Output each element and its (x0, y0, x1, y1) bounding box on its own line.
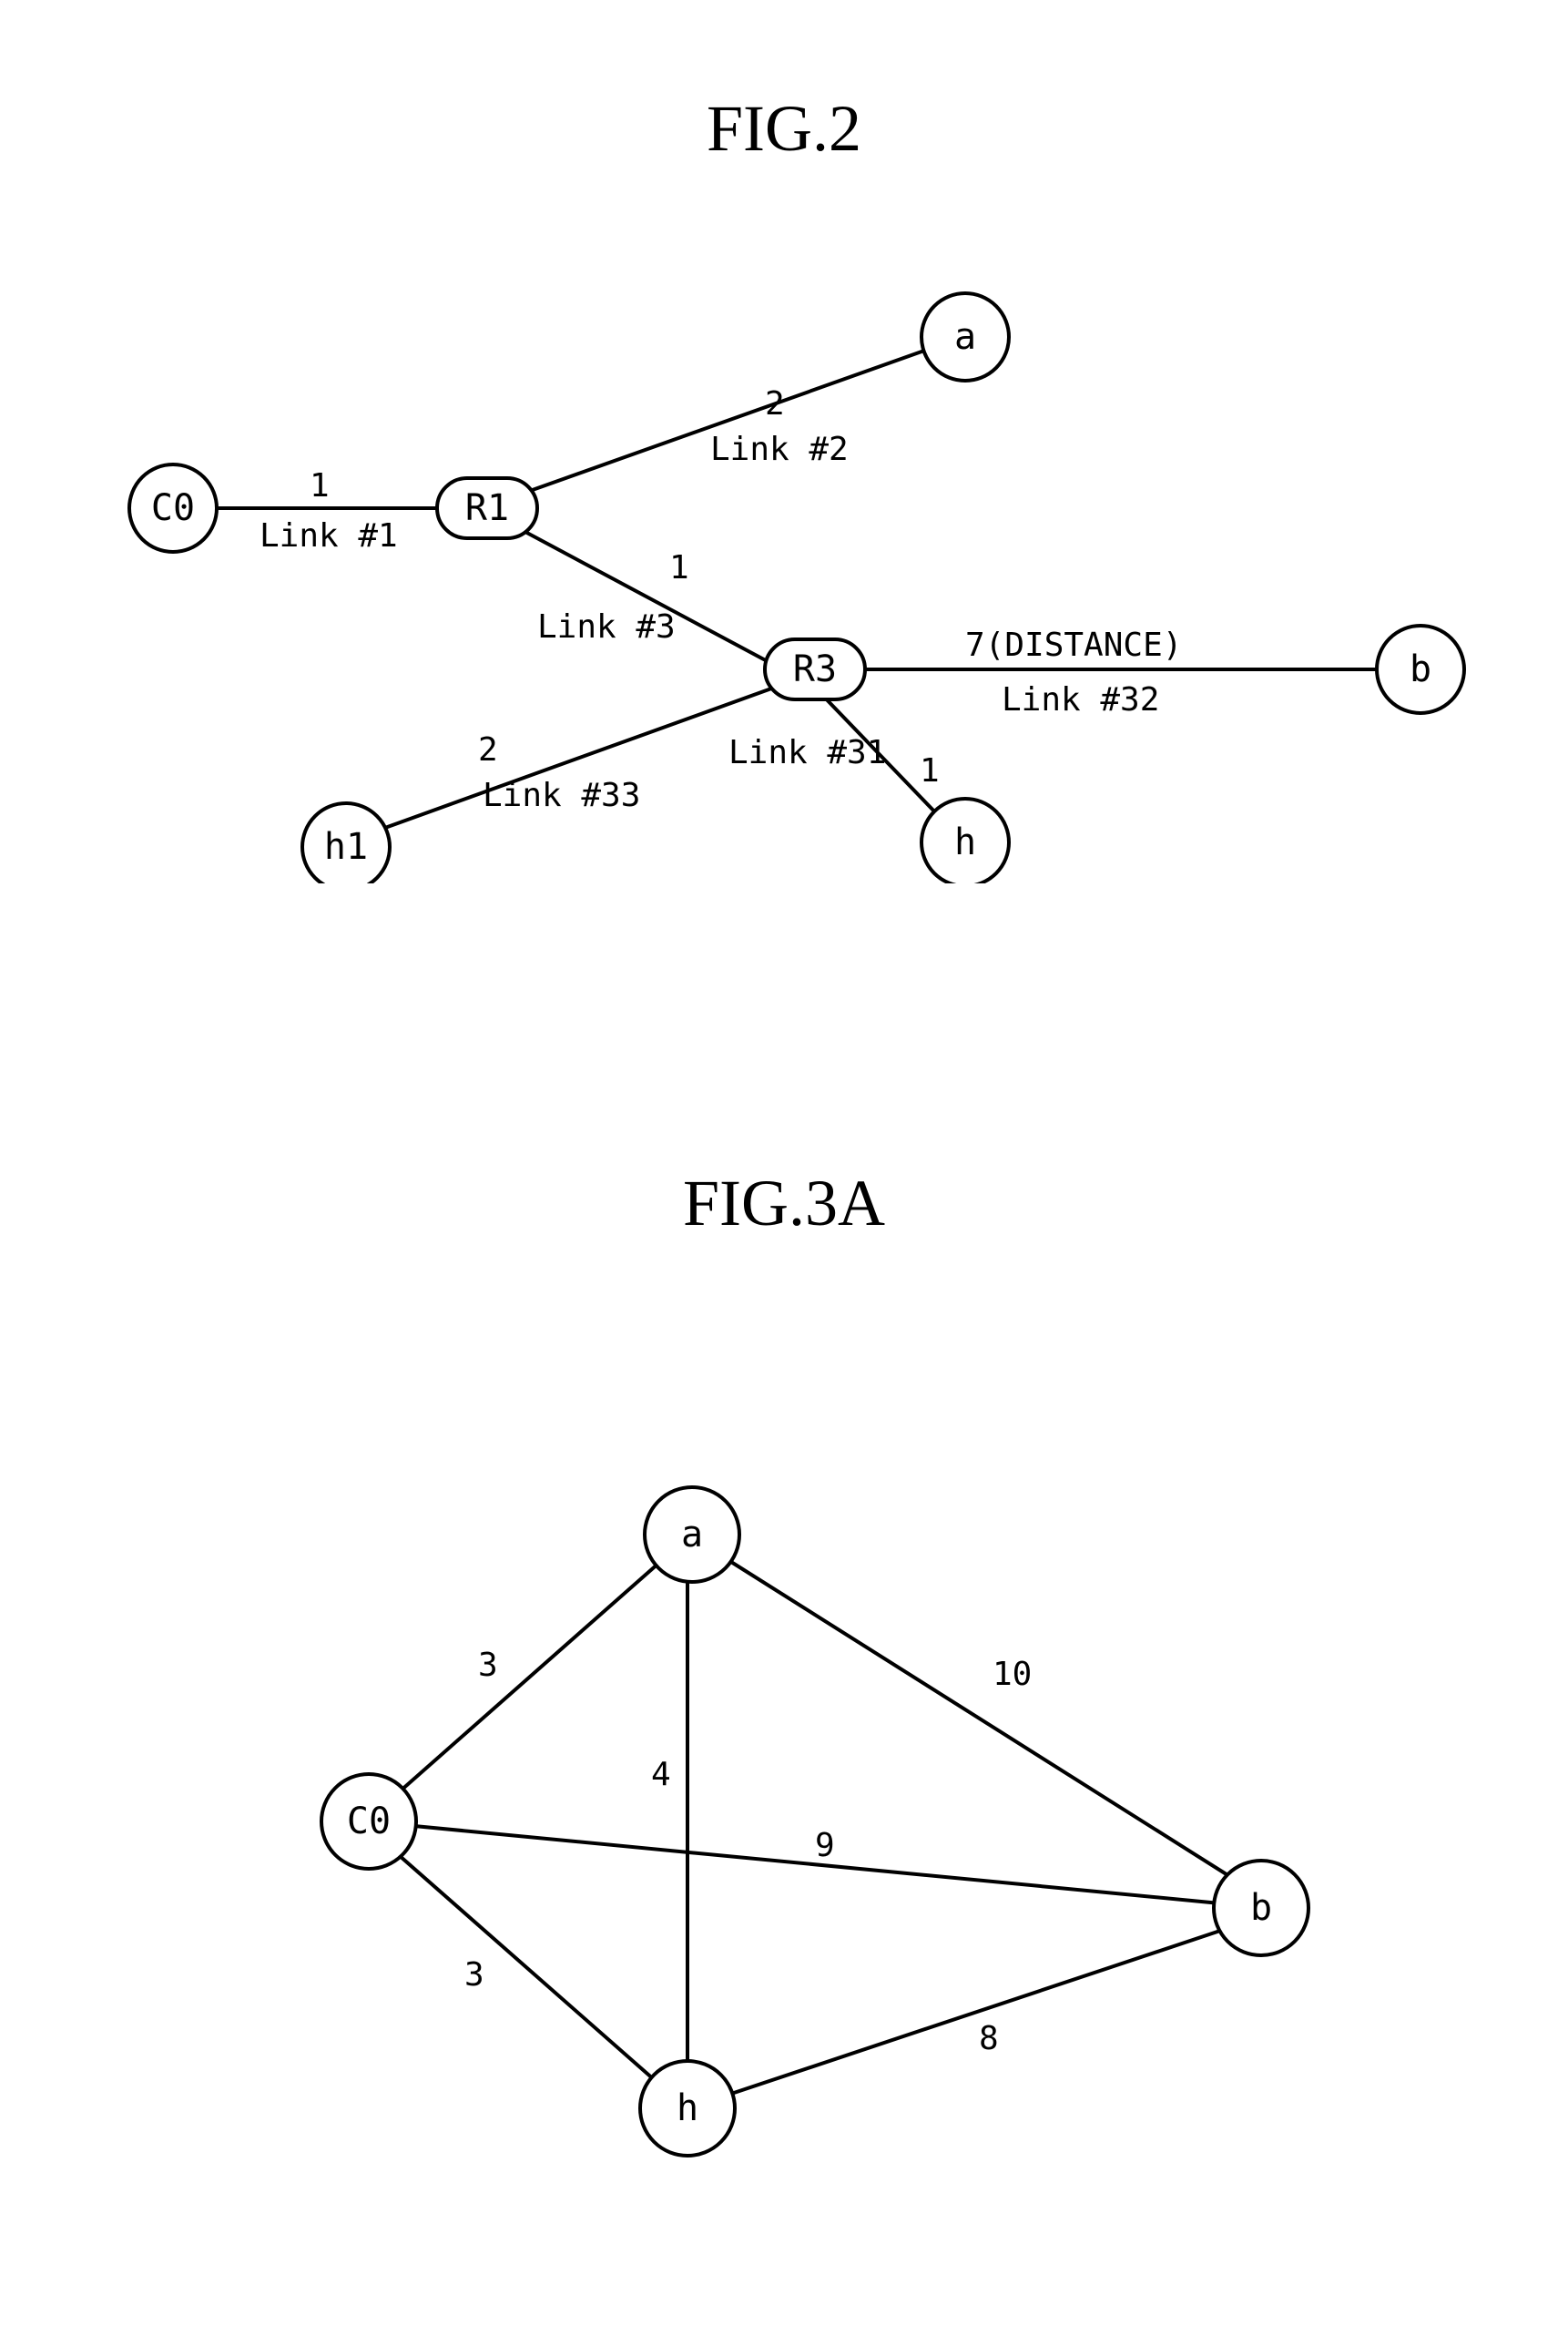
link3-weight: 1 (669, 549, 689, 587)
link1-weight: 1 (310, 467, 330, 505)
edge-h-b-weight: 8 (979, 2020, 999, 2057)
edge-c0-b-weight: 9 (815, 1827, 835, 1864)
edge-c0-a (392, 1562, 660, 1799)
link33-weight: 2 (478, 731, 498, 769)
link32-label: Link #32 (1002, 681, 1159, 719)
link33-label: Link #33 (483, 777, 640, 814)
link31-weight: 1 (920, 752, 940, 790)
link2-label: Link #2 (710, 431, 849, 468)
link31-label: Link #31 (728, 734, 886, 771)
node-a-label: a (954, 316, 976, 358)
edge-h-b (728, 1931, 1220, 2095)
node-h-label: h (954, 821, 976, 863)
fig3a-node-a-label: a (681, 1514, 703, 1556)
node-r3-label: R3 (793, 648, 837, 690)
edge-a-h-weight: 4 (651, 1756, 671, 1793)
node-b-label: b (1410, 648, 1431, 690)
link1-label: Link #1 (260, 517, 398, 555)
edge-c0-h (392, 1849, 656, 2081)
link2-weight: 2 (765, 385, 785, 423)
fig3a-node-c0-label: C0 (347, 1800, 391, 1842)
link3-label: Link #3 (537, 608, 676, 646)
node-r1-label: R1 (465, 487, 509, 529)
node-h1-label: h1 (324, 826, 368, 868)
link2-line (514, 351, 924, 496)
edge-c0-h-weight: 3 (464, 1956, 484, 1994)
fig3a-diagram: 3 3 9 4 10 8 C0 a b h (0, 1393, 1568, 2213)
fig2-diagram: 1 Link #1 2 Link #2 1 Link #3 7(DISTANCE… (0, 246, 1568, 883)
edge-c0-a-weight: 3 (478, 1647, 498, 1684)
node-c0-label: C0 (151, 487, 195, 529)
fig3a-node-h-label: h (677, 2087, 698, 2129)
fig3a-title: FIG.3A (0, 1166, 1568, 1241)
edge-a-b (724, 1557, 1229, 1876)
link32-weight: 7(DISTANCE) (965, 627, 1182, 664)
fig3a-node-b-label: b (1250, 1887, 1272, 1929)
fig2-title: FIG.2 (0, 91, 1568, 167)
edge-a-b-weight: 10 (993, 1656, 1032, 1693)
